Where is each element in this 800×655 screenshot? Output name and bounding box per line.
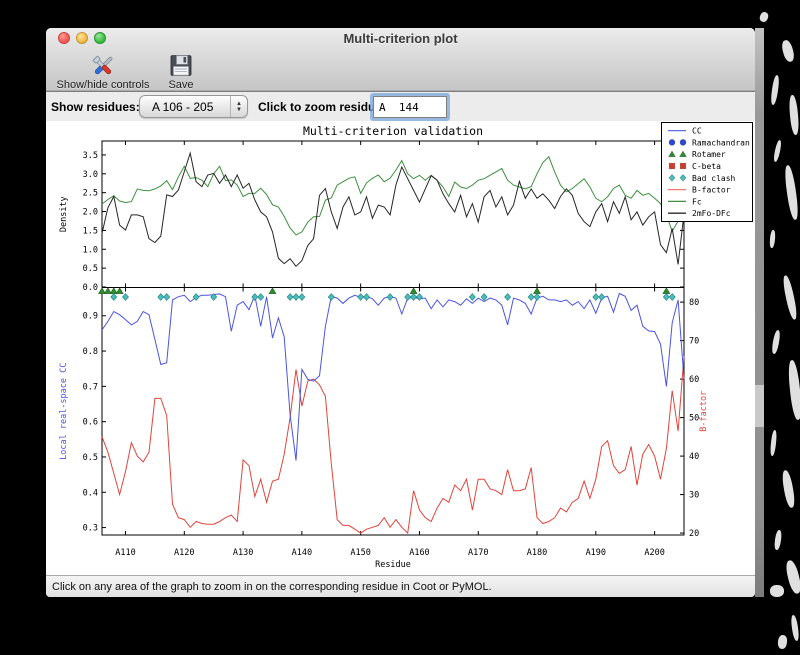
density-tick-label: 1.5	[83, 226, 98, 236]
x-tick-label: A150	[350, 548, 370, 558]
background-window-strip	[755, 28, 764, 597]
show-residues-value: A 106 - 205	[152, 99, 214, 114]
cc-line	[101, 292, 685, 461]
save-button[interactable]: Save	[158, 52, 204, 92]
bfactor-tick-label: 70	[689, 337, 699, 347]
legend-label: Ramachandran	[692, 138, 750, 147]
legend-label: CC	[692, 127, 702, 136]
save-label: Save	[168, 79, 194, 91]
zoom-residue-input[interactable]	[373, 96, 447, 118]
x-tick-label: A140	[292, 548, 312, 558]
density-tick-label: 1.0	[83, 245, 98, 255]
legend-label: Bad clash	[692, 174, 736, 183]
cc-tick-label: 0.5	[83, 453, 98, 463]
x-tick-label: A130	[233, 548, 253, 558]
cc-tick-label: 0.6	[83, 418, 98, 428]
show-residues-select[interactable]: A 106 - 205 ▲ ▼	[139, 95, 248, 118]
top-plot	[101, 140, 685, 288]
plot-title: Multi-criterion validation	[303, 124, 483, 138]
density-tick-label: 2.0	[83, 208, 98, 218]
background-artifact	[780, 469, 797, 509]
show-residues-label: Show residues:	[51, 100, 140, 114]
density-tick-label: 3.0	[83, 170, 98, 180]
show-hide-controls-button[interactable]: Show/hide controls	[48, 52, 158, 92]
x-tick-label: A110	[115, 548, 135, 558]
window-chrome: Multi-criterion plot Show/hide controls …	[46, 28, 755, 92]
x-axis-label: Residue	[375, 560, 411, 570]
density-tick-label: 3.5	[83, 151, 98, 161]
background-artifact	[770, 329, 782, 355]
x-tick-label: A180	[527, 548, 547, 558]
status-bar: Click on any area of the graph to zoom i…	[46, 575, 755, 597]
legend-label: C-beta	[692, 162, 721, 171]
stepper-arrows-icon: ▲ ▼	[230, 96, 247, 117]
density-axis-label: Density	[59, 196, 69, 232]
density-tick-label: 0.5	[83, 264, 98, 274]
background-artifact	[788, 94, 800, 136]
background-artifact	[786, 359, 800, 421]
x-tick-label: A160	[409, 548, 429, 558]
app-window: Multi-criterion plot Show/hide controls …	[46, 28, 755, 597]
legend-label: Fc	[692, 197, 702, 206]
bad-clash-markers	[110, 293, 676, 301]
fc-line	[101, 155, 685, 236]
x-tick-label: A190	[586, 548, 606, 558]
bfactor-tick-label: 60	[689, 375, 699, 385]
bfactor-tick-label: 40	[689, 452, 699, 462]
density-tick-label: 0.0	[83, 283, 98, 293]
background-artifact	[758, 10, 770, 24]
toolbar: Show/hide controls Save	[46, 50, 755, 92]
controls-bar: Show residues: A 106 - 205 ▲ ▼ Click to z…	[46, 92, 755, 121]
cc-tick-label: 0.7	[83, 382, 98, 392]
bottom-plot	[101, 287, 685, 536]
background-artifact	[769, 429, 778, 457]
window-title: Multi-criterion plot	[343, 31, 458, 46]
background-artifact	[781, 274, 799, 321]
background-artifact	[769, 74, 781, 106]
legend-label: B-factor	[692, 186, 731, 195]
bfactor-tick-label: 80	[689, 298, 699, 308]
density-tick-label: 2.5	[83, 189, 98, 199]
cc-tick-label: 0.8	[83, 347, 98, 357]
legend-label: Rotamer	[692, 150, 726, 159]
bfactor-tick-label: 50	[689, 414, 699, 424]
legend: CC Ramachandran Rotamer C-beta Bad clash B-fa…	[661, 122, 753, 222]
plot-figure[interactable]: Multi-criterion validation A110 A120 A130 A1…	[46, 121, 755, 575]
background-scrollbar-thumb	[755, 385, 764, 427]
cc-tick-label: 0.9	[83, 312, 98, 322]
2mfo-dfc-line	[101, 151, 685, 268]
background-artifact	[773, 529, 783, 551]
background-artifact	[770, 585, 784, 597]
show-hide-controls-label: Show/hide controls	[56, 79, 150, 91]
bfactor-axis-label: B-factor	[699, 391, 709, 432]
background-artifact	[780, 39, 796, 63]
x-tick-label: A170	[468, 548, 488, 558]
cc-tick-label: 0.4	[83, 488, 98, 498]
x-tick-label: A120	[174, 548, 194, 558]
zoom-residue-label: Click to zoom residue:	[258, 100, 387, 114]
cc-tick-label: 0.3	[83, 524, 98, 534]
save-icon	[168, 52, 194, 79]
x-tick-label: A200	[644, 548, 664, 558]
background-artifact	[783, 164, 800, 221]
background-artifact	[769, 229, 776, 249]
cc-axis-label: Local real-space CC	[59, 363, 69, 460]
status-text: Click on any area of the graph to zoom i…	[52, 580, 492, 593]
tools-icon	[89, 52, 117, 79]
background-artifact	[784, 559, 800, 595]
bfactor-line	[101, 355, 685, 535]
bfactor-tick-label: 20	[689, 529, 699, 539]
bfactor-tick-label: 30	[689, 491, 699, 501]
legend-label: 2mFo-DFc	[692, 209, 731, 218]
background-artifact	[777, 634, 788, 650]
background-artifact	[790, 614, 800, 642]
title-bar[interactable]: Multi-criterion plot	[46, 28, 755, 50]
background-artifact	[772, 139, 783, 163]
